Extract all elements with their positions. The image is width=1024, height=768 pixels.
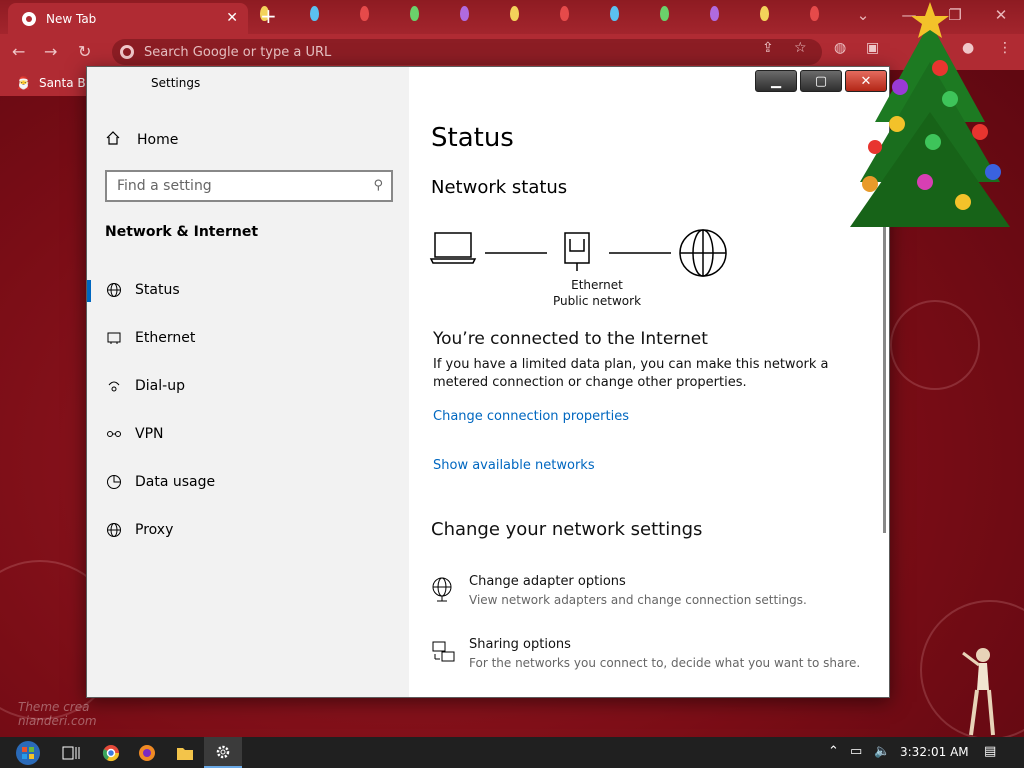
show-hidden-icons-icon[interactable]: ⌃	[828, 744, 839, 759]
reload-icon[interactable]: ↻	[78, 42, 91, 61]
christmas-tree-decoration	[850, 2, 1010, 227]
settings-window: Settings Home Find a setting ⚲ Network &…	[86, 66, 890, 698]
new-tab-button[interactable]: +	[260, 4, 277, 28]
ethernet-adapter-icon	[564, 232, 590, 271]
sidebar-item-label: Status	[135, 282, 180, 298]
google-icon	[120, 45, 134, 59]
network-type-label: Public network	[552, 294, 642, 308]
task-view-icon[interactable]	[52, 737, 90, 768]
sidebar-item-proxy[interactable]: Proxy	[87, 508, 409, 552]
window-title: Settings	[151, 76, 201, 90]
taskbar: ⌃ ▭ 🔈 3:32:01 AM ▤	[0, 737, 1024, 768]
tab-title: New Tab	[46, 11, 97, 26]
dialup-icon	[105, 377, 123, 395]
search-icon: ⚲	[373, 178, 383, 193]
internet-globe-icon	[679, 229, 727, 277]
settings-sidebar: Settings Home Find a setting ⚲ Network &…	[87, 67, 409, 697]
browser-tab[interactable]: New Tab ✕	[8, 3, 248, 34]
watermark-line: Theme crea	[18, 700, 90, 714]
bookmark-star-icon[interactable]: ☆	[794, 40, 807, 56]
forward-icon[interactable]: →	[44, 42, 57, 61]
home-nav-item[interactable]: Home	[105, 130, 178, 150]
globe-icon	[105, 281, 123, 299]
share-icon[interactable]: ⇪	[762, 40, 774, 56]
tab-close-button[interactable]: ✕	[226, 10, 238, 26]
connected-description: If you have a limited data plan, you can…	[433, 357, 829, 390]
change-settings-heading: Change your network settings	[431, 519, 703, 540]
volume-icon[interactable]: 🔈	[874, 744, 890, 759]
content-scrollbar[interactable]	[883, 207, 886, 533]
bookmark-item[interactable]: Santa Bo	[39, 76, 93, 90]
sidebar-item-label: Data usage	[135, 474, 216, 490]
christmas-lights	[250, 0, 850, 30]
adapter-icon	[431, 576, 457, 602]
option-title: Change adapter options	[469, 574, 626, 589]
minimize-button[interactable]: ▁	[755, 70, 797, 92]
taskbar-clock[interactable]: 3:32:01 AM	[900, 745, 969, 759]
maximize-button[interactable]: ▢	[800, 70, 842, 92]
ethernet-icon	[105, 329, 123, 347]
bookmarks-bar: 🎅 Santa Bo	[0, 70, 100, 96]
sidebar-item-label: VPN	[135, 426, 164, 442]
settings-search-input[interactable]: Find a setting ⚲	[105, 170, 393, 202]
network-status-heading: Network status	[431, 177, 568, 198]
sidebar-item-status[interactable]: Status	[87, 268, 409, 312]
address-bar[interactable]: Search Google or type a URL	[112, 39, 822, 65]
sidebar-item-label: Dial-up	[135, 378, 185, 394]
sidebar-item-data-usage[interactable]: Data usage	[87, 460, 409, 504]
network-tray-icon[interactable]: ▭	[850, 744, 862, 759]
settings-content: Status Network status Ethernet Public ne…	[409, 67, 889, 697]
search-placeholder: Find a setting	[117, 178, 212, 194]
windows-start-icon	[16, 740, 40, 765]
settings-taskbar-icon[interactable]	[204, 737, 242, 768]
section-title: Network & Internet	[105, 224, 259, 240]
show-available-networks-link[interactable]: Show available networks	[433, 458, 595, 473]
sidebar-item-ethernet[interactable]: Ethernet	[87, 316, 409, 360]
connected-heading: You’re connected to the Internet	[433, 329, 708, 349]
home-label: Home	[137, 132, 179, 148]
dancer-figure-decoration	[962, 648, 995, 736]
file-explorer-icon[interactable]	[166, 737, 204, 768]
wallpaper-swirl	[890, 300, 980, 390]
home-icon	[105, 130, 123, 150]
sidebar-item-label: Proxy	[135, 522, 174, 538]
laptop-icon	[429, 232, 477, 264]
globe-icon	[105, 521, 123, 539]
chrome-icon	[22, 11, 36, 26]
option-description: View network adapters and change connect…	[469, 593, 807, 607]
option-description: For the networks you connect to, decide …	[469, 656, 861, 670]
adapter-label: Ethernet	[571, 278, 623, 292]
theme-watermark: Theme crea nianderi.com	[18, 700, 97, 728]
chrome-taskbar-icon[interactable]	[92, 737, 130, 768]
page-title: Status	[431, 123, 514, 153]
vpn-icon	[105, 425, 123, 443]
action-center-icon[interactable]: ▤	[984, 744, 996, 759]
address-placeholder: Search Google or type a URL	[144, 44, 332, 60]
change-connection-properties-link[interactable]: Change connection properties	[433, 409, 629, 424]
sidebar-item-vpn[interactable]: VPN	[87, 412, 409, 456]
sharing-icon	[431, 639, 457, 665]
change-adapter-options[interactable]: Change adapter options View network adap…	[431, 574, 871, 618]
start-button[interactable]	[8, 737, 48, 768]
network-diagram: Ethernet Public network	[429, 225, 749, 308]
firefox-taskbar-icon[interactable]	[128, 737, 166, 768]
option-title: Sharing options	[469, 637, 571, 652]
sharing-options[interactable]: Sharing options For the networks you con…	[431, 637, 871, 681]
back-icon[interactable]: ←	[12, 42, 25, 61]
sidebar-item-label: Ethernet	[135, 330, 196, 346]
data-usage-icon	[105, 473, 123, 491]
bookmark-favicon: 🎅	[16, 76, 31, 90]
watermark-line: nianderi.com	[18, 714, 97, 728]
sidebar-item-dialup[interactable]: Dial-up	[87, 364, 409, 408]
